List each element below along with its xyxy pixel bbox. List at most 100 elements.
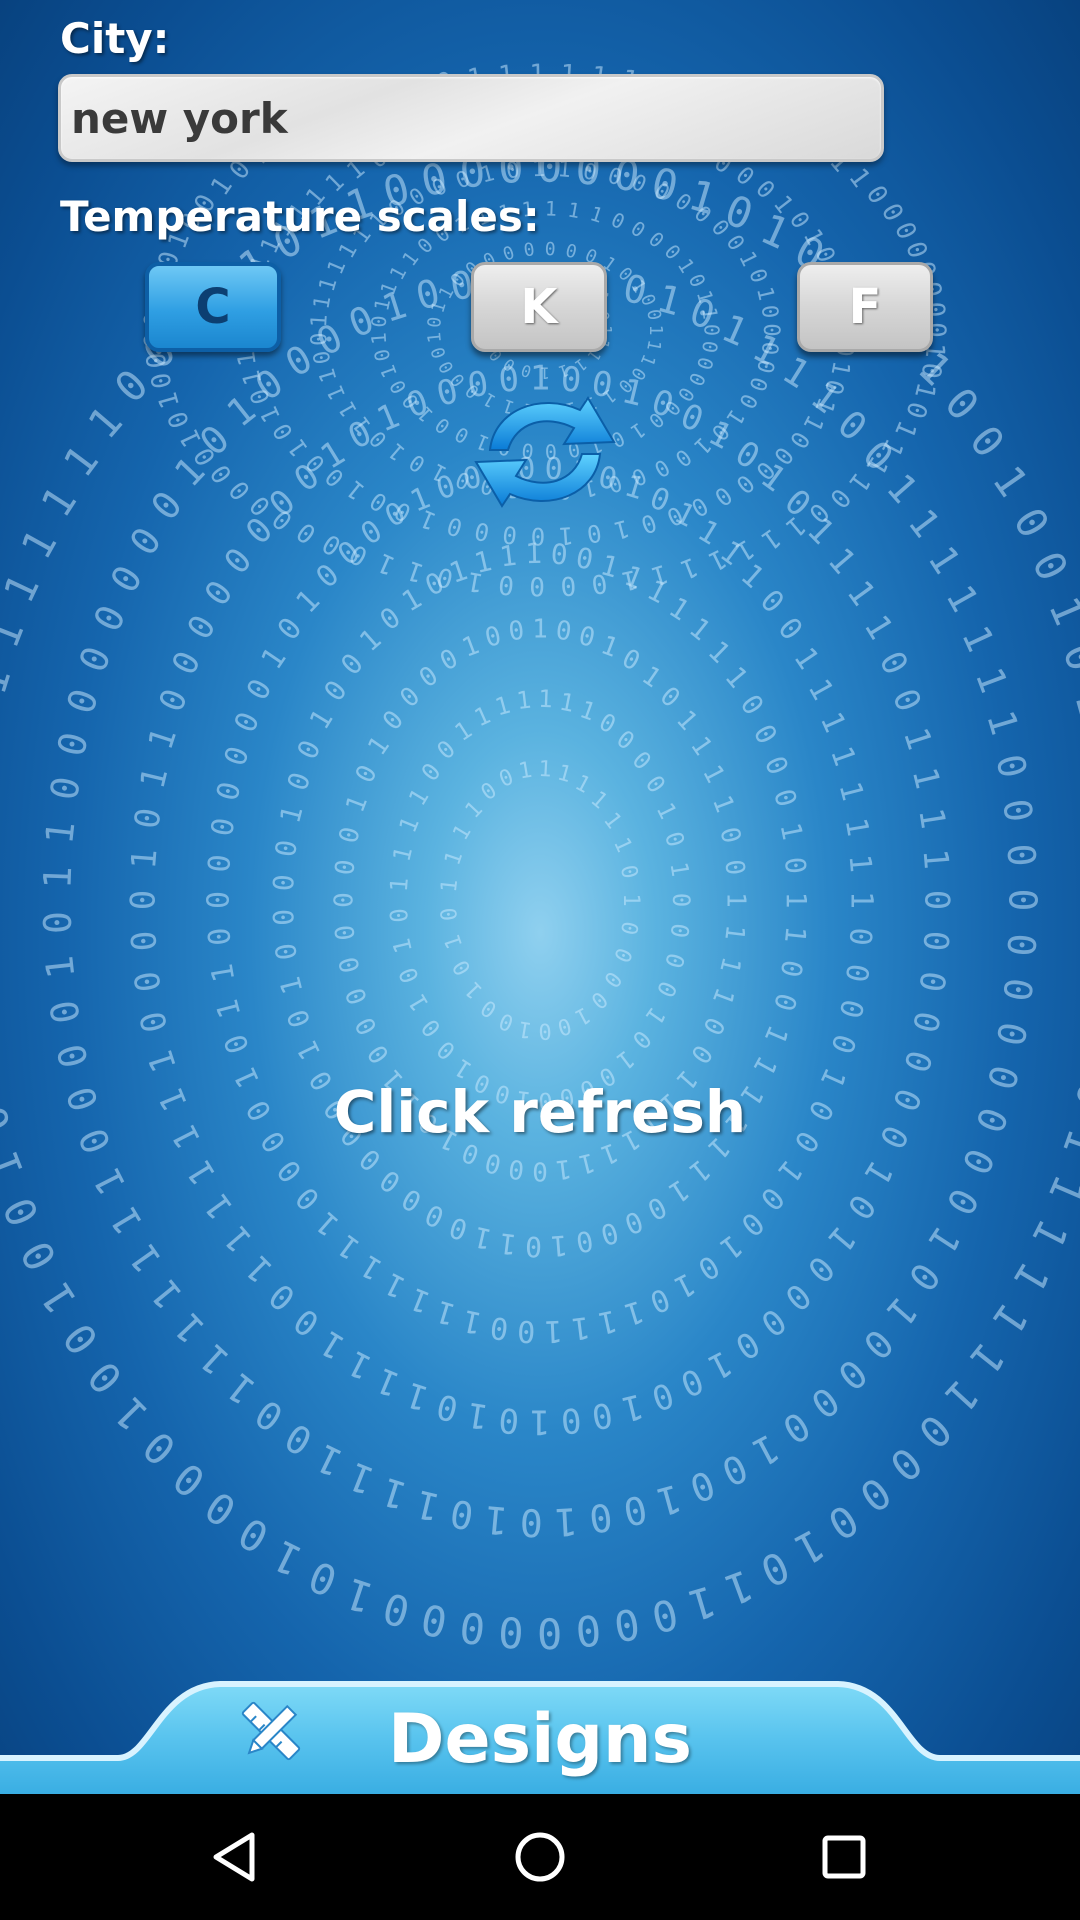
svg-text:1: 1 — [133, 764, 177, 793]
svg-text:0: 0 — [1075, 1030, 1080, 1065]
svg-text:1: 1 — [232, 350, 262, 368]
svg-text:1: 1 — [273, 802, 309, 826]
svg-text:1: 1 — [141, 1045, 185, 1077]
svg-text:1: 1 — [856, 1153, 901, 1191]
svg-text:0: 0 — [559, 1399, 583, 1440]
svg-text:0: 0 — [756, 340, 782, 356]
svg-text:1: 1 — [642, 338, 665, 353]
svg-text:1: 1 — [471, 1220, 495, 1256]
nav-back-button[interactable] — [196, 1817, 276, 1897]
svg-text:0: 0 — [829, 1350, 875, 1398]
svg-text:0: 0 — [529, 570, 545, 600]
svg-text:0: 0 — [289, 1180, 327, 1217]
svg-text:0: 0 — [670, 443, 696, 471]
svg-text:0: 0 — [369, 347, 395, 364]
svg-text:0: 0 — [994, 975, 1041, 1004]
svg-text:0: 0 — [302, 1551, 344, 1606]
svg-text:0: 0 — [377, 705, 410, 737]
svg-text:0: 0 — [374, 600, 407, 637]
svg-text:1: 1 — [375, 362, 402, 382]
svg-text:0: 0 — [747, 719, 784, 750]
svg-text:0: 0 — [615, 863, 642, 881]
svg-text:1: 1 — [323, 382, 351, 404]
svg-text:1: 1 — [636, 661, 666, 695]
svg-text:0: 0 — [334, 647, 370, 682]
nav-home-button[interactable] — [500, 1817, 580, 1897]
svg-text:1: 1 — [465, 1394, 491, 1437]
svg-text:0: 0 — [497, 568, 516, 599]
svg-text:0: 0 — [904, 1007, 948, 1036]
svg-text:1: 1 — [303, 704, 340, 736]
svg-text:0: 0 — [385, 907, 414, 924]
svg-text:1: 1 — [460, 1302, 485, 1340]
svg-text:1: 1 — [54, 436, 108, 486]
svg-text:1: 1 — [1004, 1254, 1059, 1301]
svg-text:0: 0 — [644, 227, 669, 253]
svg-text:1: 1 — [37, 819, 83, 847]
svg-text:1: 1 — [878, 1288, 926, 1334]
svg-text:1: 1 — [595, 1302, 620, 1340]
svg-text:1: 1 — [532, 615, 548, 645]
svg-text:1: 1 — [652, 1476, 686, 1525]
city-input[interactable] — [58, 74, 884, 162]
scale-celsius-button[interactable]: C — [145, 262, 281, 352]
svg-text:0: 0 — [445, 1210, 472, 1247]
svg-text:0: 0 — [659, 828, 690, 850]
refresh-button[interactable] — [468, 384, 622, 518]
svg-text:0: 0 — [532, 1156, 548, 1186]
svg-text:0: 0 — [645, 1280, 675, 1319]
svg-text:1: 1 — [387, 936, 418, 956]
svg-text:1: 1 — [960, 1333, 1014, 1383]
svg-text:1: 1 — [314, 1322, 352, 1367]
svg-text:0: 0 — [444, 511, 466, 542]
svg-text:0: 0 — [496, 1007, 518, 1035]
svg-text:1: 1 — [823, 742, 862, 771]
svg-text:0: 0 — [507, 616, 526, 648]
svg-text:1: 1 — [937, 578, 987, 619]
svg-text:0: 0 — [472, 516, 492, 546]
svg-text:1: 1 — [746, 1425, 787, 1475]
svg-text:1: 1 — [780, 892, 813, 909]
svg-text:1: 1 — [571, 771, 594, 799]
svg-text:1: 1 — [778, 925, 813, 945]
scale-fahrenheit-button[interactable]: F — [797, 262, 933, 352]
svg-text:0: 0 — [607, 207, 628, 234]
designs-tab-label[interactable]: Designs — [0, 1700, 1080, 1779]
svg-text:1: 1 — [895, 723, 939, 755]
svg-text:1: 1 — [85, 1161, 135, 1201]
svg-text:0: 0 — [842, 926, 878, 947]
svg-text:1: 1 — [517, 1015, 534, 1042]
svg-text:0: 0 — [998, 932, 1044, 958]
main-screen: 1000010010010101111001111111000001010000… — [0, 0, 1080, 1794]
svg-text:0: 0 — [651, 976, 683, 1001]
svg-text:0: 0 — [777, 1275, 819, 1319]
svg-text:0: 0 — [730, 469, 759, 500]
svg-text:0: 0 — [310, 557, 347, 595]
svg-text:0: 0 — [330, 892, 360, 908]
nav-recent-button[interactable] — [804, 1817, 884, 1897]
svg-text:0: 0 — [1022, 544, 1077, 589]
svg-text:0: 0 — [574, 1605, 603, 1656]
svg-text:1: 1 — [770, 1153, 809, 1189]
svg-text:1: 1 — [219, 1364, 264, 1413]
svg-text:0: 0 — [696, 1012, 730, 1040]
svg-text:0: 0 — [522, 239, 536, 261]
svg-text:0: 0 — [691, 1247, 725, 1286]
svg-text:1: 1 — [315, 365, 343, 385]
svg-text:1: 1 — [663, 1173, 695, 1210]
svg-text:0: 0 — [49, 1039, 97, 1072]
svg-text:0: 0 — [620, 1486, 651, 1534]
scale-kelvin-button[interactable]: K — [471, 262, 607, 352]
svg-text:1: 1 — [142, 1272, 191, 1318]
svg-text:0: 0 — [42, 997, 89, 1027]
svg-text:1: 1 — [706, 791, 740, 816]
svg-text:1: 1 — [470, 701, 495, 732]
svg-text:0: 0 — [420, 1197, 449, 1234]
svg-text:1: 1 — [367, 332, 392, 346]
svg-text:0: 0 — [78, 1352, 132, 1403]
svg-text:0: 0 — [448, 955, 476, 979]
svg-text:1: 1 — [640, 1002, 671, 1030]
svg-text:0: 0 — [396, 1182, 427, 1219]
svg-text:1: 1 — [683, 611, 717, 647]
svg-text:0: 0 — [753, 1300, 793, 1344]
